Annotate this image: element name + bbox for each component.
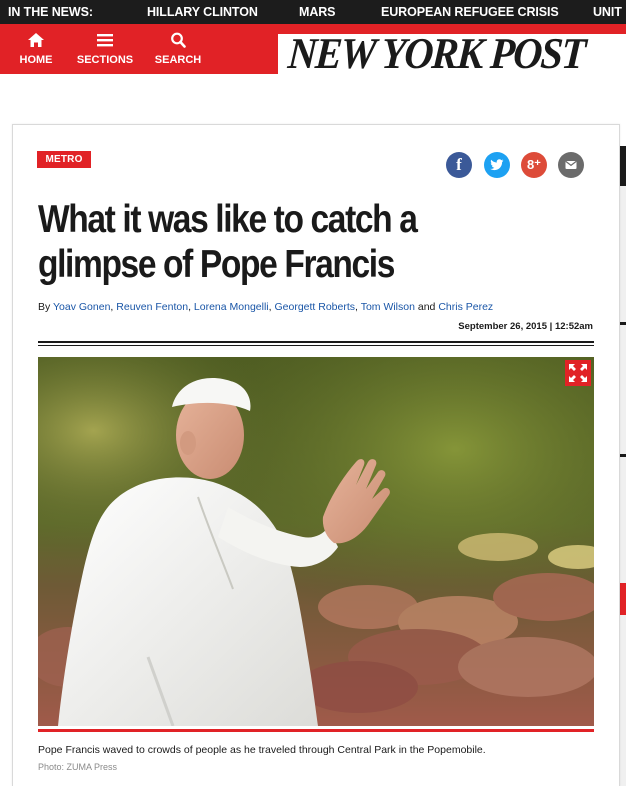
home-icon	[28, 33, 44, 47]
photo-caption: Pope Francis waved to crowds of people a…	[38, 744, 486, 756]
site-logo[interactable]: NEW YORK POST	[278, 29, 626, 78]
email-icon	[565, 160, 577, 169]
nav-home-button[interactable]: HOME	[10, 24, 62, 74]
adjacent-column-edge	[619, 146, 626, 786]
nav-search-label: SEARCH	[154, 54, 202, 66]
share-facebook-button[interactable]: f	[446, 152, 472, 178]
photo-rule	[38, 729, 594, 732]
trending-link-hillary-clinton[interactable]: HILLARY CLINTON	[147, 5, 258, 19]
author-link-tom-wilson[interactable]: Tom Wilson	[361, 301, 415, 313]
expand-icon	[569, 364, 587, 382]
nav-search-button[interactable]: SEARCH	[152, 24, 204, 74]
author-link-yoav-gonen[interactable]: Yoav Gonen	[53, 301, 110, 313]
adjacent-column-mark	[619, 583, 626, 615]
trending-link-mars[interactable]: MARS	[299, 5, 336, 19]
google-plus-icon: 8⁺	[526, 157, 542, 172]
adjacent-column-mark	[619, 454, 626, 457]
photo-illustration	[38, 357, 594, 726]
article-photo[interactable]	[38, 357, 594, 726]
nav-sections-label: SECTIONS	[76, 54, 134, 66]
twitter-icon	[490, 159, 504, 171]
share-twitter-button[interactable]	[484, 152, 510, 178]
search-icon	[171, 32, 186, 48]
logo-text: NEW YORK POST	[286, 29, 586, 78]
header-rule	[38, 345, 594, 346]
author-link-chris-perez[interactable]: Chris Perez	[438, 301, 493, 313]
photo-credit: Photo: ZUMA Press	[38, 762, 118, 772]
date-separator: |	[549, 321, 553, 332]
share-google-plus-button[interactable]: 8⁺	[521, 152, 547, 178]
publish-date: September 26, 2015	[458, 321, 548, 332]
author-link-reuven-fenton[interactable]: Reuven Fenton	[116, 301, 188, 313]
trending-link-unit[interactable]: UNIT	[593, 5, 622, 19]
byline-and: and	[414, 301, 439, 313]
author-link-lorena-mongelli[interactable]: Lorena Mongelli	[194, 301, 269, 313]
author-link-georgett-roberts[interactable]: Georgett Roberts	[274, 301, 355, 313]
fullscreen-button[interactable]	[565, 360, 591, 386]
nav-home-label: HOME	[19, 54, 53, 66]
publish-dateline: September 26, 2015 | 12:52am	[0, 321, 593, 332]
share-email-button[interactable]	[558, 152, 584, 178]
section-badge[interactable]: METRO	[37, 151, 91, 168]
headline-line-1: What it was like to catch a	[38, 198, 418, 241]
header-rule	[38, 341, 594, 343]
byline: By Yoav Gonen, Reuven Fenton, Lorena Mon…	[38, 301, 598, 313]
adjacent-column-mark	[619, 146, 626, 186]
trending-bar: IN THE NEWS: HILLARY CLINTON MARS EUROPE…	[0, 0, 626, 24]
nav-sections-button[interactable]: SECTIONS	[74, 24, 136, 74]
headline-line-2: glimpse of Pope Francis	[38, 243, 395, 286]
trending-link-european-refugee-crisis[interactable]: EUROPEAN REFUGEE CRISIS	[381, 5, 559, 19]
publish-time: 12:52am	[554, 321, 593, 332]
facebook-icon: f	[456, 155, 462, 174]
trending-label: IN THE NEWS:	[8, 5, 93, 19]
menu-icon	[97, 34, 113, 47]
byline-prefix: By	[38, 301, 51, 313]
article-headline: What it was like to catch a glimpse of P…	[38, 197, 520, 287]
adjacent-column-mark	[619, 322, 626, 325]
